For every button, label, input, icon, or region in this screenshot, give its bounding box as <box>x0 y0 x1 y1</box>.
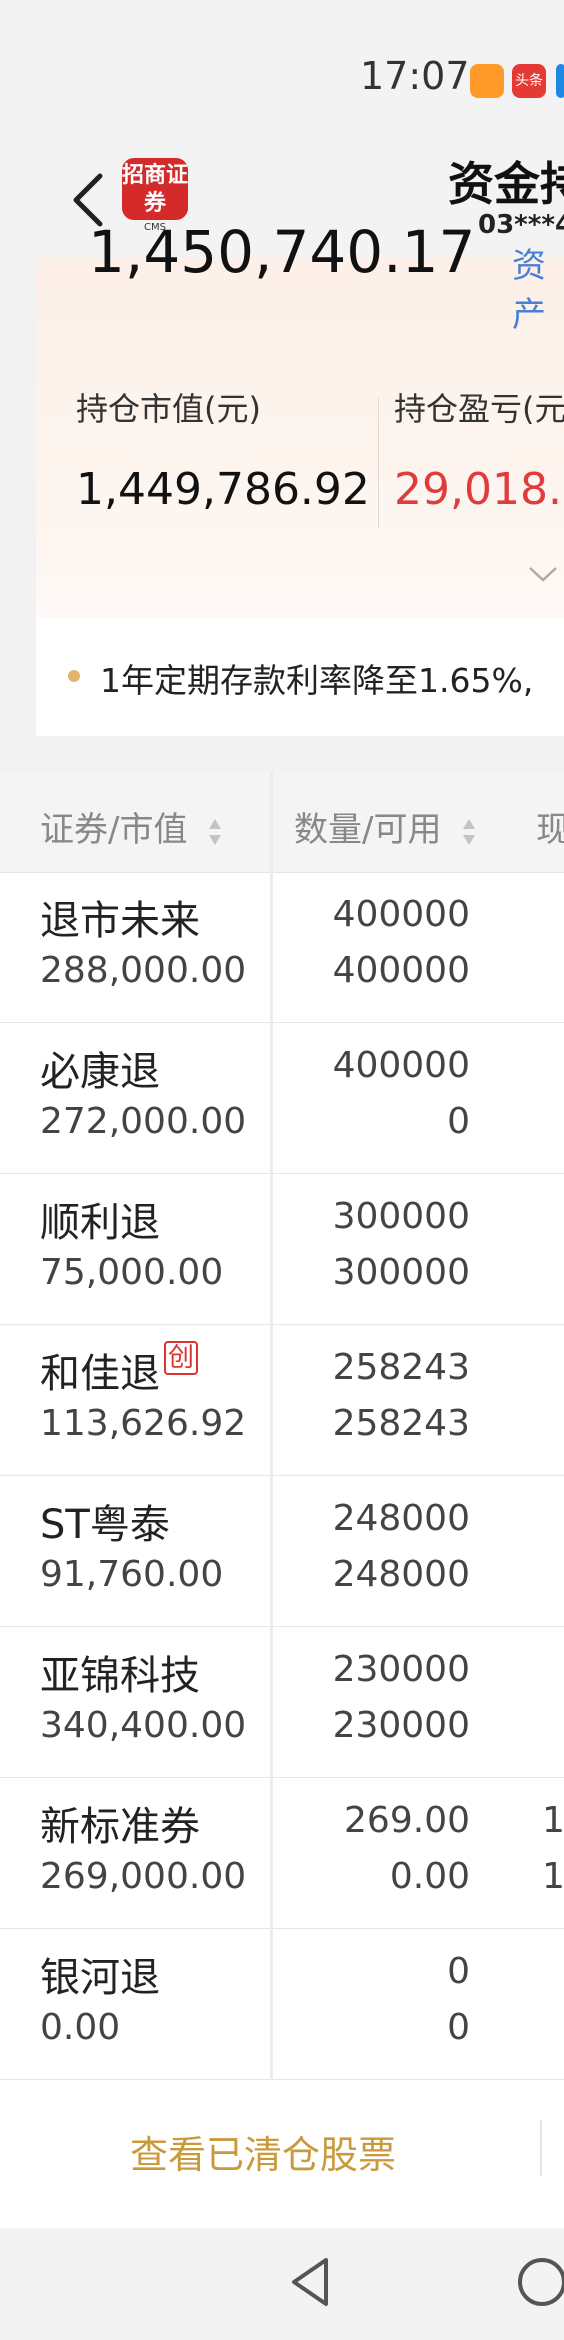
system-navigation-bar <box>0 2228 564 2340</box>
market-value-cell: 75,000.00 <box>40 1252 224 1293</box>
market-value-cell: 269,000.00 <box>40 1856 247 1897</box>
market-value-cell: 113,626.92 <box>40 1403 247 1444</box>
security-name-text: 顺利退 <box>40 1200 160 1246</box>
header-security[interactable]: 证券/市值 <box>40 802 222 851</box>
quantity-cell: 300000 <box>332 1196 470 1237</box>
market-value-cell: 91,760.00 <box>40 1554 224 1595</box>
sort-icon <box>209 818 222 845</box>
table-row[interactable]: 顺利退 75,000.00 300000 300000 <box>0 1174 564 1325</box>
toutiao-notification-icon: 头条 <box>512 64 546 98</box>
column-separator <box>270 772 273 2080</box>
footer: 查看已清仓股票 <box>0 2080 564 2228</box>
notice-dot-icon <box>68 670 80 682</box>
notice-banner[interactable]: 1年定期存款利率降至1.65%, <box>36 618 564 736</box>
security-name-text: 和佳退 <box>40 1351 160 1397</box>
market-value-cell: 272,000.00 <box>40 1101 247 1142</box>
available-cell: 0.00 <box>389 1856 470 1897</box>
view-cleared-stocks-link[interactable]: 查看已清仓股票 <box>130 2124 396 2179</box>
sort-icon <box>463 818 476 845</box>
current-cell: 1 <box>542 1800 564 1841</box>
market-value-label: 持仓市值(元) <box>76 390 261 428</box>
metric-divider <box>378 398 379 528</box>
table-row[interactable]: 新标准券 269,000.00 269.00 0.00 1 1 <box>0 1778 564 1929</box>
available-cell: 300000 <box>332 1252 470 1293</box>
quantity-cell: 248000 <box>332 1498 470 1539</box>
header-security-label: 证券/市值 <box>40 810 188 850</box>
pnl-value: 29,018.1 <box>394 464 564 515</box>
table-row[interactable]: 和佳退创 113,626.92 258243 258243 <box>0 1325 564 1476</box>
market-value-cell: 288,000.00 <box>40 950 247 991</box>
security-name-text: 必康退 <box>40 1049 160 1095</box>
quantity-cell: 230000 <box>332 1649 470 1690</box>
market-value-cell: 340,400.00 <box>40 1705 247 1746</box>
notice-text: 1年定期存款利率降至1.65%, <box>100 661 534 700</box>
quantity-cell: 269.00 <box>344 1800 470 1841</box>
partial-notification-icon <box>556 64 564 98</box>
security-name-text: 银河退 <box>40 1955 160 2001</box>
account-number[interactable]: 03***4 <box>478 210 564 240</box>
total-assets-value: 1,450,740.17 <box>88 218 476 286</box>
table-header: 证券/市值 数量/可用 现 <box>0 772 564 873</box>
quantity-cell: 400000 <box>332 1045 470 1086</box>
security-name: 退市未来 <box>40 888 200 946</box>
market-value-cell: 0.00 <box>40 2007 121 2048</box>
logo-text: 招商证券 <box>122 158 188 220</box>
market-value: 1,449,786.92 <box>76 464 370 515</box>
status-time: 17:07 <box>360 54 470 98</box>
table-row[interactable]: 退市未来 288,000.00 400000 400000 <box>0 872 564 1023</box>
available-cell: 258243 <box>332 1403 470 1444</box>
current-cell-2: 1 <box>542 1856 564 1897</box>
table-row[interactable]: 银河退 0.00 0 0 <box>0 1929 564 2080</box>
available-cell: 0 <box>447 2007 470 2048</box>
summary-card: 1,450,740.17 资产 持仓市值(元) 1,449,786.92 持仓盈… <box>36 218 564 736</box>
quantity-cell: 258243 <box>332 1347 470 1388</box>
status-bar: 17:07 头条 <box>0 0 564 140</box>
system-home-icon[interactable] <box>516 2256 564 2308</box>
available-cell: 230000 <box>332 1705 470 1746</box>
quantity-cell: 0 <box>447 1951 470 1992</box>
security-name: 银河退 <box>40 1945 160 2003</box>
security-name: 亚锦科技 <box>40 1643 200 1701</box>
header-quantity[interactable]: 数量/可用 <box>294 802 476 851</box>
security-name-text: 新标准券 <box>40 1804 200 1850</box>
pnl-label: 持仓盈亏(元 <box>394 390 564 428</box>
total-assets-suffix: 资产 <box>512 246 546 335</box>
available-cell: 0 <box>447 1101 470 1142</box>
security-name: 新标准券 <box>40 1794 200 1852</box>
header-quantity-label: 数量/可用 <box>294 810 442 850</box>
security-name: 必康退 <box>40 1039 160 1097</box>
quantity-cell: 400000 <box>332 894 470 935</box>
chinext-badge: 创 <box>164 1341 199 1375</box>
header-current[interactable]: 现 <box>536 802 564 851</box>
holdings-table: 证券/市值 数量/可用 现 退市未来 288,000.00 400000 400000… <box>0 772 564 2080</box>
chevron-down-icon[interactable] <box>526 556 560 590</box>
security-name: 顺利退 <box>40 1190 160 1248</box>
security-name: 和佳退创 <box>40 1341 199 1399</box>
available-cell: 248000 <box>332 1554 470 1595</box>
table-row[interactable]: ST粤泰 91,760.00 248000 248000 <box>0 1476 564 1627</box>
app-notification-icon <box>470 64 504 98</box>
system-back-icon[interactable] <box>286 2254 334 2310</box>
table-row[interactable]: 必康退 272,000.00 400000 0 <box>0 1023 564 1174</box>
security-name-text: 亚锦科技 <box>40 1653 200 1699</box>
security-name-text: 退市未来 <box>40 898 200 944</box>
page-title: 资金持 <box>448 157 564 211</box>
security-name-text: ST粤泰 <box>40 1502 170 1548</box>
available-cell: 400000 <box>332 950 470 991</box>
footer-separator <box>540 2120 542 2176</box>
table-row[interactable]: 亚锦科技 340,400.00 230000 230000 <box>0 1627 564 1778</box>
security-name: ST粤泰 <box>40 1492 170 1550</box>
